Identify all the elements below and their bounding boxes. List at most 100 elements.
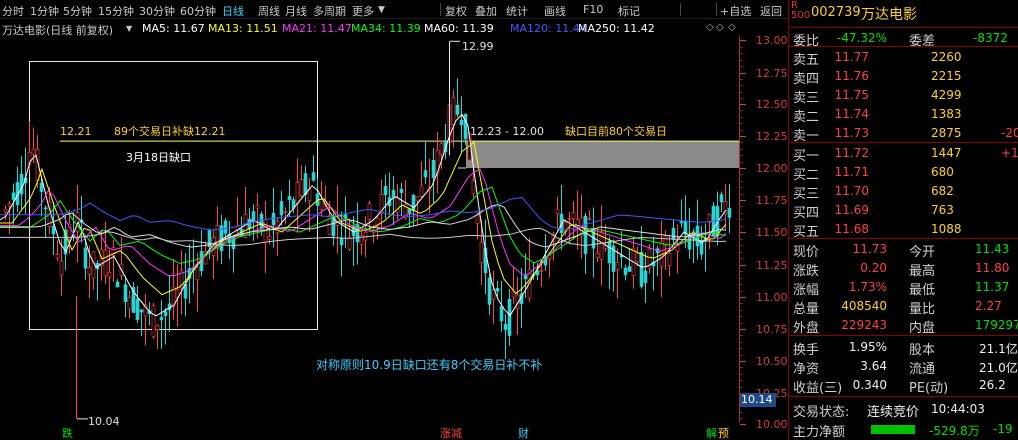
candle-body [255,205,260,209]
action-button-7[interactable]: 返回 [760,3,782,19]
candle-body [595,252,600,259]
tick-mark [740,265,746,266]
minor-tick [740,219,743,221]
price-tick: 10.50 [756,355,788,368]
candle-body [31,148,36,155]
candle-body [3,208,8,213]
fund-label: 收益(三) [793,381,843,396]
candle-body [159,317,164,321]
level-price[interactable]: 11.73 [835,126,869,140]
event-marker[interactable]: 跌 [62,425,73,440]
fund-value: 21.0亿 [979,361,1018,375]
quote-panel: R 500 002739 万达电影 委比 -47.32% 委差 -8372 卖五 11.77… [788,0,1018,440]
level-price[interactable]: 11.72 [835,146,869,160]
moving-average-line [0,196,727,231]
candle-body [523,275,528,280]
event-marker-strip: 跌 涨减 财 解预 [0,422,740,440]
price-tick: 10.75 [756,323,788,336]
minor-tick [740,411,743,413]
price-tick: 11.50 [756,226,788,239]
gap-days-note: 缺口目前80个交易日 [565,125,667,138]
stock-code[interactable]: 002739 [811,5,861,20]
minor-tick [740,79,743,81]
level-price[interactable]: 11.69 [835,203,869,217]
wei-cha-value: -8372 [973,31,1008,45]
candle-body [311,172,316,181]
fund-label: PE(动) [909,381,949,396]
index-badge: R 500 [791,0,811,21]
stat-value: 11.73 [852,242,887,256]
candle-body [627,266,632,272]
candle-body [223,220,228,234]
candle-body [283,211,288,213]
event-marker[interactable]: 解 [706,425,717,440]
candle-body [603,245,608,249]
candle-body [383,185,388,195]
tick-mark [740,73,746,74]
price-tick: 12.75 [756,67,788,80]
candle-body [475,214,480,224]
stock-name[interactable]: 万达电影 [861,4,917,24]
minor-tick [740,155,743,157]
minor-tick [740,258,743,260]
candle-body [639,251,644,287]
candle-body [495,287,500,292]
main-flow-value: -529.8万 [929,424,980,438]
price-cursor-label: 10.14 [740,393,776,407]
candle-body [155,324,160,331]
event-marker[interactable]: 预 [718,425,729,440]
tick-mark [740,329,746,330]
minor-tick [740,367,743,369]
level-price[interactable]: 11.74 [835,107,869,121]
minor-tick [740,417,743,419]
candle-body [727,208,732,218]
high-label: 12.99 [462,40,494,53]
level-price[interactable]: 11.68 [835,222,869,236]
candle-body [507,298,512,336]
main-flow-label: 主力净额 [793,425,846,440]
candle-body [279,201,284,216]
minor-tick [740,386,743,388]
candle-body [295,182,300,204]
candle-body [51,226,56,235]
candle-body [7,203,12,207]
candle-body [303,173,308,195]
gap-fill-note: 89个交易日补缺12.21 [114,125,226,138]
minor-tick [740,148,743,150]
candle-body [687,234,692,250]
minor-tick [740,53,743,55]
candle-body [671,228,676,240]
candle-body [259,213,264,230]
candle-body [415,196,420,202]
level-price[interactable]: 11.77 [835,50,869,64]
candle-body [59,260,64,276]
level-price[interactable]: 11.70 [835,184,869,198]
fund-value: 21.1亿 [979,342,1018,356]
event-marker[interactable]: 涨减 [440,425,462,440]
minor-tick [740,290,743,292]
minor-tick [740,174,743,176]
candle-body [251,211,256,222]
quote-header: R 500 002739 万达电影 [789,0,1018,28]
minor-tick [740,193,743,195]
candle-body [115,281,120,288]
level-price[interactable]: 11.71 [835,165,869,179]
main-flow-extra: -19 [993,422,1013,436]
level-change: -20 [1001,126,1018,140]
minor-tick [740,380,743,382]
stat-row: 总量 408540 量比 2.27 [789,296,1018,317]
candle-body [347,237,352,250]
gap-range-label: 12.23 - 12.00 [470,125,544,138]
trade-state-row: 交易状态: 连续竞价 10:44:03 [789,400,1018,420]
minor-tick [740,373,743,375]
candle-body [695,225,700,247]
candle-body [487,277,492,305]
level-volume: 1088 [931,222,962,236]
level-price[interactable]: 11.76 [835,69,869,83]
level-price[interactable]: 11.75 [835,88,869,102]
tick-mark [740,200,746,201]
trade-state-value: 连续竞价 [867,405,920,420]
candle-body [127,297,132,310]
candle-body [479,242,484,264]
event-marker[interactable]: 财 [518,425,529,440]
